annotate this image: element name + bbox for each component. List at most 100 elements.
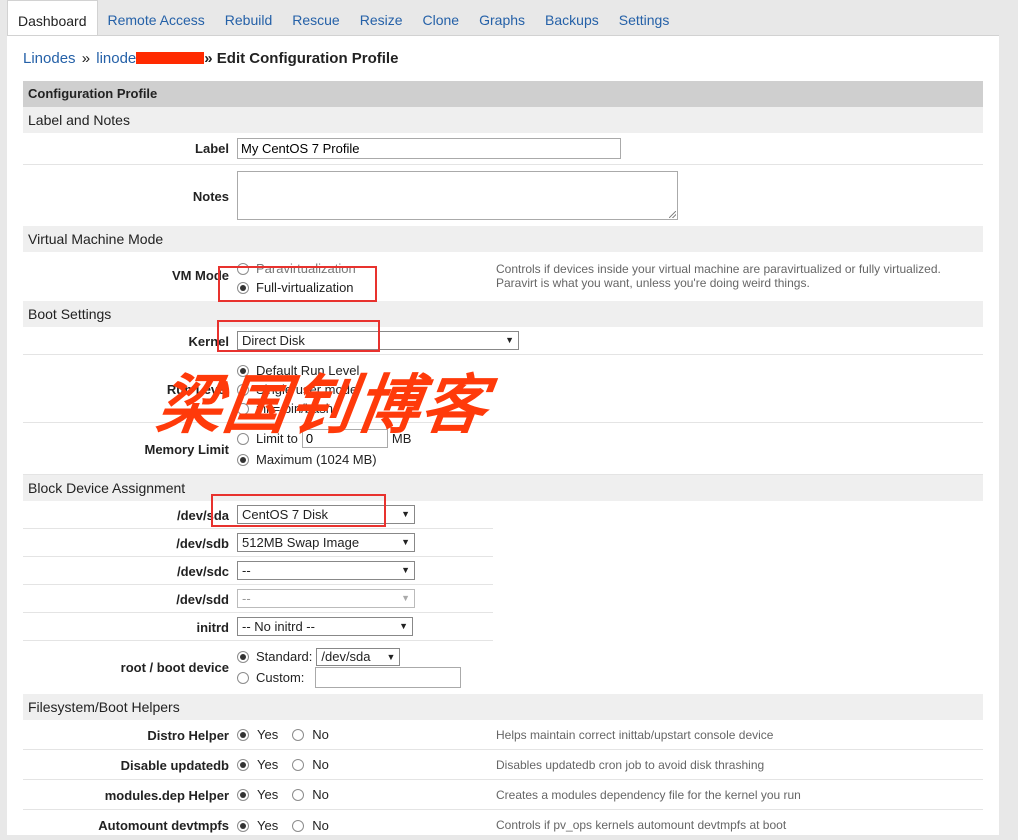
field-label-dev-sdb: /dev/sdb (176, 536, 229, 551)
root-device-select[interactable]: /dev/sda ▼ (316, 647, 401, 666)
memory-limit-maximum[interactable]: Maximum (1024 MB) (237, 450, 411, 469)
select-value: CentOS 7 Disk (242, 507, 328, 522)
breadcrumb: Linodes » linode » Edit Configuration Pro… (23, 50, 398, 67)
tab-bar: Dashboard Remote Access Rebuild Rescue R… (0, 0, 1018, 36)
distro-helper-description: Helps maintain correct inittab/upstart c… (496, 728, 774, 742)
radio-distro-helper-no[interactable] (292, 728, 305, 741)
dev-sdc-select[interactable]: -- ▼ (237, 561, 415, 580)
section-boot-settings: Boot Settings (23, 301, 983, 327)
field-label-notes: Notes (192, 189, 229, 204)
breadcrumb-separator: » (81, 50, 91, 67)
field-label-modules-dep: modules.dep Helper (104, 788, 229, 803)
description-line: Paravirt is what you want, unless you're… (496, 276, 810, 290)
row-notes: Notes (23, 165, 983, 227)
field-label-dev-sda: /dev/sda (176, 508, 229, 523)
radio-full-virtualization[interactable] (237, 281, 249, 294)
vm-mode-description: Controls if devices inside your virtual … (496, 262, 976, 290)
row-initrd: initrd -- No initrd -- ▼ (23, 613, 493, 641)
field-label-dev-sdd: /dev/sdd (176, 592, 229, 607)
dev-sda-select[interactable]: CentOS 7 Disk ▼ (237, 505, 415, 524)
option-label: Maximum (1024 MB) (256, 452, 377, 467)
redaction-mark (136, 52, 205, 64)
row-dev-sdb: /dev/sdb 512MB Swap Image ▼ (23, 529, 493, 557)
row-label: Label (23, 133, 983, 165)
kernel-select[interactable]: Direct Disk ▼ (237, 331, 519, 350)
tab-rebuild[interactable]: Rebuild (215, 0, 282, 36)
no-label: No (312, 727, 329, 742)
tab-resize[interactable]: Resize (350, 0, 413, 36)
field-label-dev-sdc: /dev/sdc (176, 564, 229, 579)
dev-sdb-select[interactable]: 512MB Swap Image ▼ (237, 533, 415, 552)
tab-graphs[interactable]: Graphs (469, 0, 535, 36)
distro-helper-toggle: Yes No (237, 727, 329, 742)
tab-remote-access[interactable]: Remote Access (98, 0, 215, 36)
radio-distro-helper-yes[interactable] (237, 728, 249, 741)
disable-updatedb-description: Disables updatedb cron job to avoid disk… (496, 758, 765, 772)
field-label-label: Label (195, 141, 229, 156)
tab-clone[interactable]: Clone (413, 0, 470, 36)
description-line: Controls if devices inside your virtual … (496, 262, 941, 276)
radio-custom[interactable] (237, 671, 249, 684)
radio-updatedb-yes[interactable] (237, 758, 249, 771)
select-value: -- No initrd -- (242, 619, 315, 634)
option-label: Custom: (256, 670, 305, 685)
row-dev-sda: /dev/sda CentOS 7 Disk ▼ (23, 501, 493, 529)
tab-rescue[interactable]: Rescue (282, 0, 349, 36)
radio-modules-dep-yes[interactable] (237, 788, 249, 801)
select-value: 512MB Swap Image (242, 535, 360, 550)
field-label-memory-limit: Memory Limit (144, 442, 229, 457)
modules-dep-toggle: Yes No (237, 787, 329, 802)
radio-automount-no[interactable] (292, 819, 305, 832)
dev-sdd-select: -- ▼ (237, 589, 415, 608)
radio-maximum[interactable] (237, 453, 249, 466)
disable-updatedb-toggle: Yes No (237, 757, 329, 772)
radio-automount-yes[interactable] (237, 819, 249, 832)
field-label-root-device: root / boot device (120, 660, 229, 675)
radio-standard[interactable] (237, 650, 249, 663)
field-label-disable-updatedb: Disable updatedb (120, 758, 229, 773)
field-label-kernel: Kernel (188, 334, 229, 349)
breadcrumb-linode[interactable]: linode (96, 50, 136, 67)
select-value: -- (242, 563, 251, 578)
chevron-down-icon: ▼ (401, 537, 410, 547)
vm-mode-option-paravirt[interactable]: Paravirtualization (237, 259, 356, 278)
field-label-distro-helper: Distro Helper (147, 728, 229, 743)
notes-textarea[interactable] (237, 171, 678, 220)
radio-updatedb-no[interactable] (292, 758, 305, 771)
root-device-custom-input[interactable] (315, 667, 462, 688)
no-label: No (312, 757, 329, 772)
root-device-custom[interactable]: Custom: (237, 667, 462, 688)
automount-description: Controls if pv_ops kernels automount dev… (496, 818, 787, 832)
select-value: -- (242, 591, 251, 606)
row-automount-devtmpfs: Automount devtmpfs Yes No Controls if pv… (23, 810, 983, 840)
row-modules-dep-helper: modules.dep Helper Yes No Creates a modu… (23, 780, 983, 810)
row-dev-sdc: /dev/sdc -- ▼ (23, 557, 493, 585)
breadcrumb-linodes[interactable]: Linodes (23, 50, 76, 67)
no-label: No (312, 787, 329, 802)
select-value: Direct Disk (242, 333, 305, 348)
yes-label: Yes (257, 727, 279, 742)
breadcrumb-current: » Edit Configuration Profile (204, 50, 399, 67)
option-label: Standard: (256, 649, 313, 664)
field-label-initrd: initrd (196, 620, 230, 635)
initrd-select[interactable]: -- No initrd -- ▼ (237, 617, 413, 636)
field-label-vm-mode: VM Mode (171, 268, 229, 283)
chevron-down-icon: ▼ (401, 593, 410, 603)
root-device-standard[interactable]: Standard: /dev/sda ▼ (237, 647, 461, 666)
watermark: 梁国钊博客 (152, 369, 494, 443)
radio-modules-dep-no[interactable] (292, 788, 305, 801)
row-kernel: Kernel Direct Disk ▼ (23, 327, 983, 355)
tab-dashboard[interactable]: Dashboard (7, 0, 98, 36)
vm-mode-option-full[interactable]: Full-virtualization (237, 278, 356, 297)
tab-settings[interactable]: Settings (609, 0, 680, 36)
label-input[interactable] (237, 138, 621, 159)
tab-backups[interactable]: Backups (535, 0, 609, 36)
root-device-options: Standard: /dev/sda ▼ Custom: (237, 647, 462, 688)
section-block-device: Block Device Assignment (23, 475, 983, 501)
chevron-down-icon: ▼ (399, 621, 408, 631)
chevron-down-icon: ▼ (401, 565, 410, 575)
radio-paravirtualization[interactable] (237, 262, 249, 275)
row-distro-helper: Distro Helper Yes No Helps maintain corr… (23, 720, 983, 750)
vm-mode-options: Paravirtualization Full-virtualization (237, 259, 356, 297)
section-header-configuration-profile: Configuration Profile (23, 81, 983, 107)
